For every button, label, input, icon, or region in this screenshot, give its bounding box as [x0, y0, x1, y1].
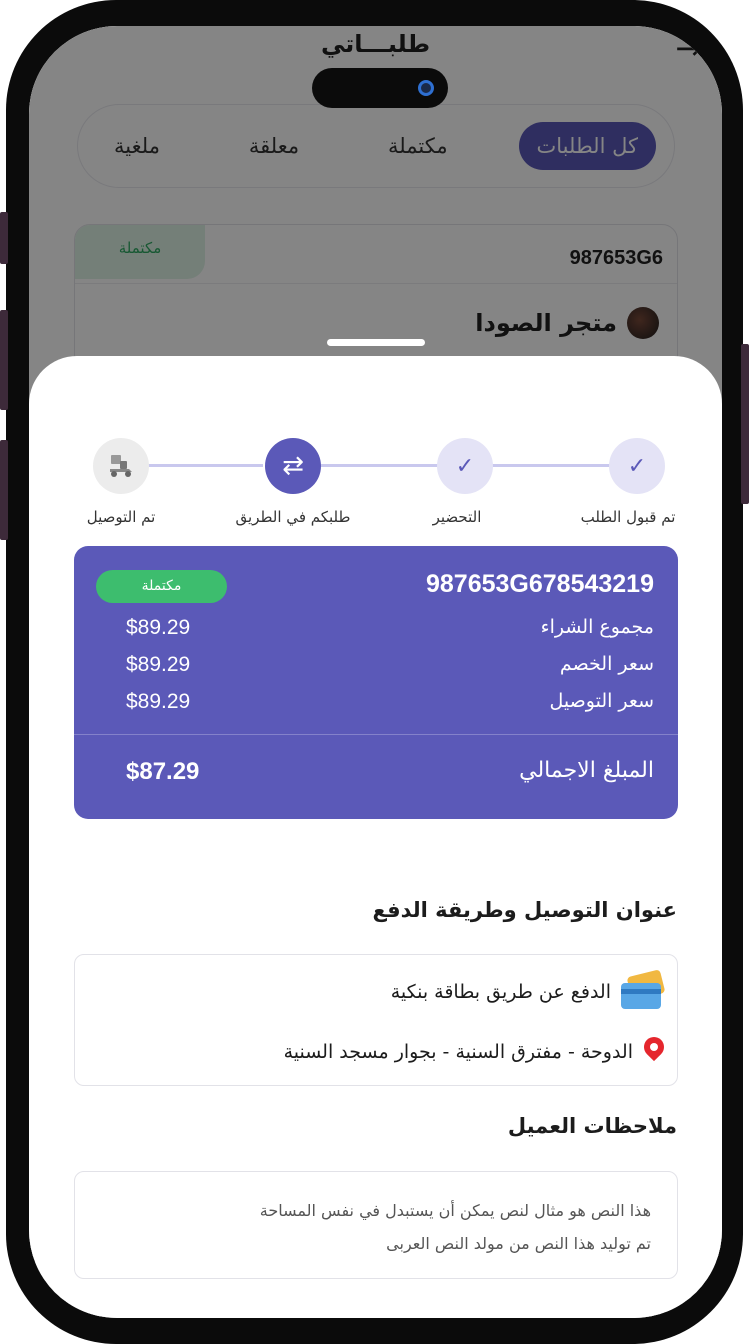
address-text: الدوحة - مفترق السنية - بجوار مسجد السني…: [283, 1041, 633, 1063]
step-connector: [143, 464, 263, 467]
phone-frame: طلبـــاتي → كل الطلبات مكتملة معلقة ملغي…: [0, 0, 749, 1344]
row-value: $89.29: [126, 690, 191, 713]
dynamic-island: [312, 68, 448, 108]
row-label: مجموع الشراء: [540, 616, 654, 638]
swap-arrows-icon: ⇄: [282, 451, 304, 481]
credit-card-icon: [621, 969, 666, 1011]
step-delivered: [93, 438, 149, 494]
check-icon: ✓: [455, 453, 475, 479]
order-summary-card: 987653G678543219 مكتملة مجموع الشراء $89…: [74, 546, 678, 819]
step-label: التحضير: [432, 508, 482, 526]
mute-switch: [0, 212, 8, 264]
total-value: $87.29: [126, 758, 200, 785]
volume-down-button: [0, 440, 8, 540]
step-label: تم التوصيل: [86, 508, 156, 526]
row-value: $89.29: [126, 653, 191, 676]
grand-total-row: المبلغ الاجمالي $87.29: [126, 758, 654, 786]
notes-line: هذا النص هو مثال لنص يمكن أن يستبدل في ن…: [259, 1201, 651, 1220]
payment-method-row: الدفع عن طريق بطاقة بنكية: [390, 969, 666, 1011]
payment-method-text: الدفع عن طريق بطاقة بنكية: [390, 981, 611, 1003]
address-row: الدوحة - مفترق السنية - بجوار مسجد السني…: [284, 1037, 665, 1067]
delivery-section-title: عنوان التوصيل وطريقة الدفع: [372, 898, 677, 922]
status-badge: مكتملة: [96, 570, 227, 603]
customer-notes-box: هذا النص هو مثال لنص يمكن أن يستبدل في ن…: [74, 1171, 678, 1279]
sheet-drag-handle[interactable]: [327, 339, 425, 346]
check-icon: ✓: [627, 453, 647, 479]
delivery-scooter-icon: [110, 455, 132, 477]
power-button: [741, 344, 749, 504]
step-accepted: ✓: [609, 438, 665, 494]
divider: [74, 734, 678, 735]
step-on-the-way: ⇄: [265, 438, 321, 494]
volume-up-button: [0, 310, 8, 410]
customer-notes-text: هذا النص هو مثال لنص يمكن أن يستبدل في ن…: [260, 1194, 651, 1260]
step-label: تم قبول الطلب: [580, 508, 676, 526]
row-value: $89.29: [126, 616, 191, 639]
total-label: المبلغ الاجمالي: [519, 758, 654, 783]
purchase-total-row: مجموع الشراء $89.29: [126, 616, 654, 640]
notes-line: تم توليد هذا النص من مولد النص العربى: [386, 1234, 651, 1253]
step-label: طلبكم في الطريق: [235, 508, 351, 526]
step-preparing: ✓: [437, 438, 493, 494]
delivery-info-box: الدفع عن طريق بطاقة بنكية الدوحة - مفترق…: [74, 954, 678, 1086]
step-connector: [489, 464, 611, 467]
order-number: 987653G678543219: [425, 570, 654, 598]
notes-section-title: ملاحظات العميل: [507, 1114, 677, 1138]
location-pin-icon: [643, 1037, 665, 1067]
camera-icon: [418, 80, 434, 96]
delivery-fee-row: سعر التوصيل $89.29: [126, 690, 654, 714]
step-connector: [319, 464, 439, 467]
screen: طلبـــاتي → كل الطلبات مكتملة معلقة ملغي…: [29, 26, 722, 1318]
order-details-sheet: ✓ ✓ ⇄ تم قبول الطلب التحضير طلبكم في الط…: [29, 356, 722, 1318]
discount-row: سعر الخصم $89.29: [126, 653, 654, 677]
row-label: سعر الخصم: [559, 653, 654, 675]
row-label: سعر التوصيل: [549, 690, 654, 712]
order-progress-stepper: ✓ ✓ ⇄ تم قبول الطلب التحضير طلبكم في الط…: [29, 412, 722, 526]
